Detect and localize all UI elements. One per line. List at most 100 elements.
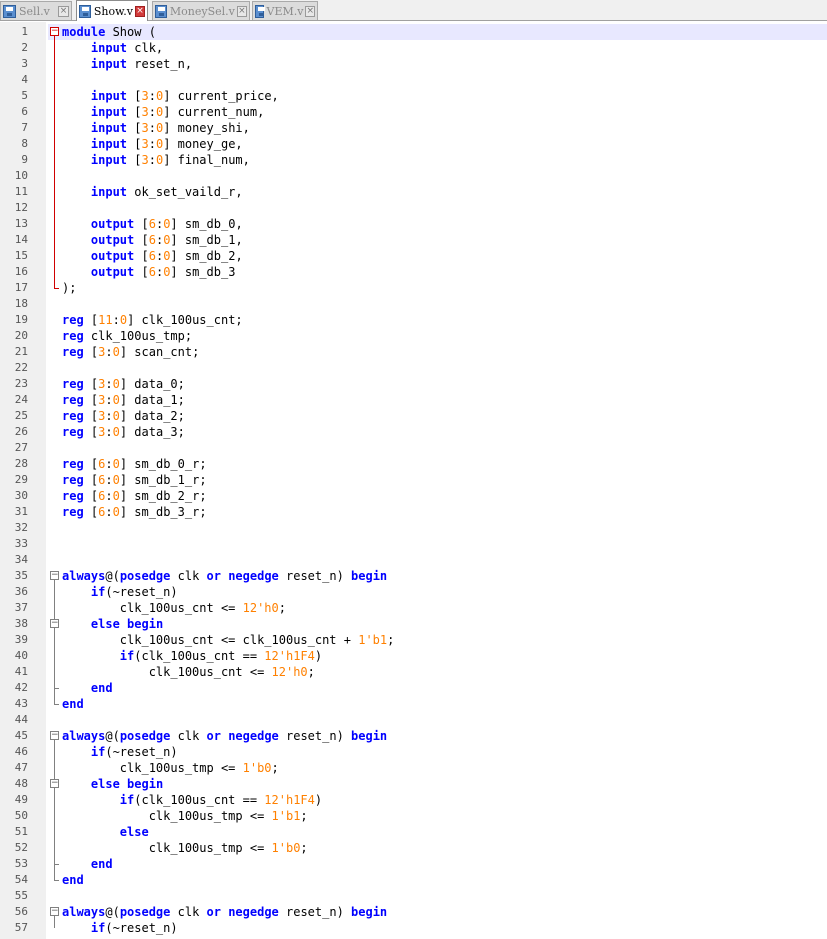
code-line[interactable]: input [3:0] money_shi, [62, 120, 250, 136]
code-line[interactable]: ); [62, 280, 76, 296]
code-line[interactable]: end [62, 696, 84, 712]
line-number: 35 [14, 569, 28, 582]
line-number: 27 [14, 441, 28, 454]
close-icon[interactable]: × [305, 5, 315, 17]
code-line[interactable]: if(~reset_n) [62, 584, 178, 600]
code-line[interactable]: reg [3:0] data_3; [62, 424, 185, 440]
code-line[interactable]: if(clk_100us_cnt == 12'h1F4) [62, 792, 322, 808]
code-line[interactable]: clk_100us_tmp <= 1'b0; [62, 760, 279, 776]
fold-toggle-icon[interactable]: − [50, 27, 59, 36]
fold-toggle-icon[interactable]: − [50, 619, 59, 628]
save-disk-icon [255, 4, 265, 18]
code-line[interactable]: output [6:0] sm_db_2, [62, 248, 243, 264]
code-line[interactable]: else begin [62, 616, 163, 632]
code-line[interactable]: clk_100us_cnt <= 12'h0; [62, 600, 286, 616]
line-number: 56 [14, 905, 28, 918]
code-line[interactable]: always@(posedge clk or negedge reset_n) … [62, 728, 387, 744]
code-line[interactable]: output [6:0] sm_db_3 [62, 264, 236, 280]
code-line[interactable]: input [3:0] current_price, [62, 88, 279, 104]
line-number: 17 [14, 281, 28, 294]
code-line[interactable]: reg [6:0] sm_db_3_r; [62, 504, 207, 520]
line-number: 16 [14, 265, 28, 278]
code-line[interactable]: clk_100us_tmp <= 1'b0; [62, 840, 308, 856]
tab-label: Sell.v [19, 4, 50, 18]
line-number: 43 [14, 697, 28, 710]
close-icon[interactable]: × [236, 5, 247, 17]
line-number: 52 [14, 841, 28, 854]
line-number: 42 [14, 681, 28, 694]
line-number: 45 [14, 729, 28, 742]
fold-guide-line [54, 788, 55, 864]
code-line[interactable]: end [62, 680, 113, 696]
code-line[interactable]: reg [3:0] data_0; [62, 376, 185, 392]
line-number: 48 [14, 777, 28, 790]
code-line[interactable]: reg clk_100us_tmp; [62, 328, 192, 344]
code-line[interactable]: if(~reset_n) [62, 920, 178, 936]
code-line[interactable]: input [3:0] money_ge, [62, 136, 243, 152]
line-number: 34 [14, 553, 28, 566]
code-line[interactable]: else begin [62, 776, 163, 792]
code-line[interactable]: if(clk_100us_cnt == 12'h1F4) [62, 648, 322, 664]
code-line[interactable]: input [3:0] final_num, [62, 152, 250, 168]
line-number: 2 [21, 41, 28, 54]
line-number: 36 [14, 585, 28, 598]
code-line[interactable]: reg [6:0] sm_db_2_r; [62, 488, 207, 504]
close-icon[interactable]: × [134, 5, 145, 17]
line-number-gutter: 1 2 3 4 5 6 7 8 9 10 11 12 13 14 15 16 17 18 19 20 21 22 23 24 2… [0, 22, 46, 939]
code-line[interactable]: clk_100us_cnt <= clk_100us_cnt + 1'b1; [62, 632, 395, 648]
line-number: 18 [14, 297, 28, 310]
tab-sell-v[interactable]: Sell.v × [0, 1, 72, 20]
line-number: 24 [14, 393, 28, 406]
line-number: 1 [21, 25, 28, 38]
line-number: 12 [14, 201, 28, 214]
line-number: 21 [14, 345, 28, 358]
line-number: 37 [14, 601, 28, 614]
tab-bar: Sell.v × Show.v × MoneySel.v × VEM.v × [0, 0, 827, 21]
fold-end-marker [54, 688, 59, 689]
code-line[interactable]: clk_100us_tmp <= 1'b1; [62, 808, 308, 824]
line-number: 25 [14, 409, 28, 422]
code-line[interactable]: input reset_n, [62, 56, 192, 72]
code-line[interactable]: else [62, 824, 149, 840]
code-line[interactable]: reg [3:0] scan_cnt; [62, 344, 199, 360]
code-line[interactable]: input [3:0] current_num, [62, 104, 264, 120]
line-number: 26 [14, 425, 28, 438]
tab-show-v[interactable]: Show.v × [76, 0, 148, 21]
code-line[interactable]: end [62, 872, 84, 888]
code-line[interactable]: reg [3:0] data_1; [62, 392, 185, 408]
code-line[interactable]: always@(posedge clk or negedge reset_n) … [62, 904, 387, 920]
code-line[interactable]: input ok_set_vaild_r, [62, 184, 243, 200]
line-number: 6 [21, 105, 28, 118]
code-line[interactable]: always@(posedge clk or negedge reset_n) … [62, 568, 387, 584]
line-number: 30 [14, 489, 28, 502]
fold-toggle-icon[interactable]: − [50, 571, 59, 580]
fold-toggle-icon[interactable]: − [50, 731, 59, 740]
tab-moneysel-v[interactable]: MoneySel.v × [152, 1, 250, 20]
code-line[interactable]: reg [3:0] data_2; [62, 408, 185, 424]
line-number: 11 [14, 185, 28, 198]
line-number: 54 [14, 873, 28, 886]
tab-vem-v[interactable]: VEM.v × [252, 1, 318, 20]
code-line[interactable]: clk_100us_cnt <= 12'h0; [62, 664, 315, 680]
tab-label: VEM.v [266, 4, 304, 18]
code-line[interactable]: output [6:0] sm_db_1, [62, 232, 243, 248]
save-disk-icon [155, 4, 167, 18]
tab-label: Show.v [93, 4, 133, 18]
code-line[interactable]: reg [6:0] sm_db_0_r; [62, 456, 207, 472]
code-line[interactable]: input clk, [62, 40, 163, 56]
code-line[interactable]: reg [11:0] clk_100us_cnt; [62, 312, 243, 328]
code-line[interactable]: output [6:0] sm_db_0, [62, 216, 243, 232]
fold-toggle-icon[interactable]: − [50, 779, 59, 788]
line-number: 53 [14, 857, 28, 870]
code-editor[interactable]: 1 2 3 4 5 6 7 8 9 10 11 12 13 14 15 16 17 18 19 20 21 22 23 24 2… [0, 22, 827, 939]
fold-end-marker [54, 880, 59, 881]
line-number: 19 [14, 313, 28, 326]
code-line[interactable]: end [62, 856, 113, 872]
fold-toggle-icon[interactable]: − [50, 907, 59, 916]
fold-margin [46, 22, 60, 939]
close-icon[interactable]: × [58, 5, 69, 17]
code-line[interactable]: reg [6:0] sm_db_1_r; [62, 472, 207, 488]
code-line[interactable]: module Show ( [48, 24, 827, 40]
code-line[interactable]: if(~reset_n) [62, 744, 178, 760]
line-number: 55 [14, 889, 28, 902]
